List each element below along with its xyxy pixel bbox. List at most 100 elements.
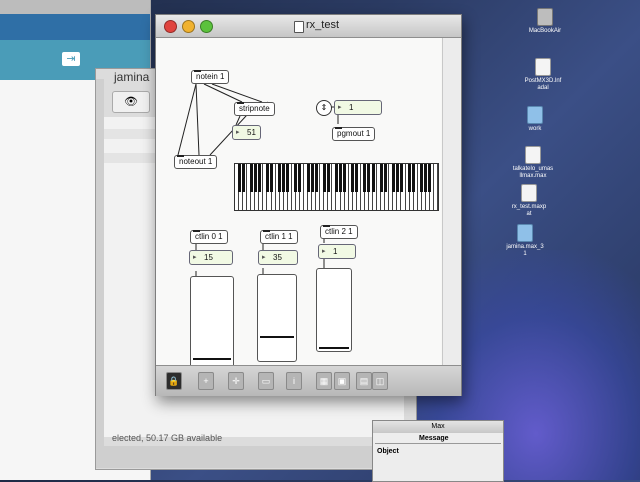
- pgmout-object[interactable]: pgmout 1: [332, 127, 376, 141]
- info-icon[interactable]: i: [286, 372, 302, 390]
- black-key[interactable]: [310, 164, 314, 192]
- lock-icon[interactable]: 🔒: [166, 372, 182, 390]
- ctlin-2-slider[interactable]: [316, 268, 352, 352]
- keyboard-slider[interactable]: [234, 163, 439, 211]
- patcher-canvas[interactable]: notein 1 stripnote 51 noteout 1 ⇕ 1 pgmo…: [156, 38, 441, 372]
- black-key[interactable]: [379, 164, 383, 192]
- document-proxy-icon[interactable]: [294, 21, 304, 33]
- jamina-window-title: jamina: [114, 70, 150, 84]
- noteout-object[interactable]: noteout 1: [174, 155, 218, 169]
- disk-status-text: elected, 50.17 GB available: [112, 433, 223, 443]
- presentation-icon[interactable]: ▣: [334, 372, 350, 390]
- eye-icon: 👁: [124, 96, 138, 108]
- black-key[interactable]: [278, 164, 282, 192]
- desktop-icon-label: rx_test.maxp at: [511, 204, 547, 217]
- slider-knob[interactable]: [260, 336, 294, 338]
- ctlin-1-object[interactable]: ctlin 1 1: [260, 230, 298, 244]
- ctlin-0-slider[interactable]: [190, 276, 234, 372]
- ctl2-number-box[interactable]: 1: [318, 244, 356, 259]
- jamina-scrollbar[interactable]: [96, 79, 104, 459]
- desktop-icon-talkatelo[interactable]: talkatelo_umas llmax.max: [498, 146, 568, 180]
- view-icon[interactable]: ◫: [372, 372, 388, 390]
- grid-icon[interactable]: ▦: [316, 372, 332, 390]
- quick-look-button[interactable]: 👁: [112, 91, 150, 113]
- desktop-icon-jamina[interactable]: jamina.max_3 1: [490, 224, 560, 258]
- close-button[interactable]: [164, 20, 177, 33]
- drive-icon: [537, 8, 553, 26]
- black-key[interactable]: [298, 164, 302, 192]
- folder-icon: [517, 224, 533, 242]
- black-key[interactable]: [351, 164, 355, 192]
- black-key[interactable]: [424, 164, 428, 192]
- ctl1-number-box[interactable]: 35: [258, 250, 298, 265]
- black-key[interactable]: [265, 164, 269, 192]
- notein-object[interactable]: notein 1: [191, 70, 230, 84]
- black-key[interactable]: [306, 164, 310, 192]
- minimize-button[interactable]: [182, 20, 195, 33]
- black-key[interactable]: [363, 164, 367, 192]
- black-key[interactable]: [408, 164, 412, 192]
- comment-icon[interactable]: ▭: [258, 372, 274, 390]
- desktop-icon-work[interactable]: work: [500, 106, 570, 133]
- pitch-number-box[interactable]: 51: [232, 125, 261, 140]
- black-key[interactable]: [257, 164, 261, 192]
- black-key[interactable]: [412, 164, 416, 192]
- black-key[interactable]: [237, 164, 241, 192]
- desktop-icon-macbookair[interactable]: MacBookAir: [510, 8, 580, 35]
- desktop-icon-label: talkatelo_umas llmax.max: [512, 166, 554, 179]
- desktop-icon-postmx[interactable]: PostMX3D.lnf adal: [508, 58, 578, 92]
- stripnote-object[interactable]: stripnote: [234, 102, 275, 116]
- black-key[interactable]: [428, 164, 432, 192]
- black-key[interactable]: [253, 164, 257, 192]
- add-object-icon[interactable]: +: [198, 372, 214, 390]
- black-key[interactable]: [335, 164, 338, 192]
- console-divider: [375, 443, 501, 444]
- desktop-icon-label: work: [528, 126, 542, 132]
- black-key[interactable]: [343, 164, 347, 192]
- program-number-box[interactable]: 1: [334, 100, 382, 115]
- black-key[interactable]: [249, 164, 253, 192]
- black-key[interactable]: [391, 164, 395, 192]
- folder-icon: [527, 106, 543, 124]
- ctlin-2-object[interactable]: ctlin 2 1: [320, 225, 358, 239]
- black-key[interactable]: [355, 164, 359, 192]
- black-key[interactable]: [339, 164, 343, 192]
- patcher-toolbar: 🔒 + ✛ ▭ i ▦ ▣ ▤ ◫: [156, 365, 461, 396]
- black-key[interactable]: [314, 164, 318, 192]
- ctlin-0-object[interactable]: ctlin 0 1: [190, 230, 228, 244]
- desktop-icon-label: MacBookAir: [528, 28, 562, 34]
- finder-header: [0, 14, 150, 40]
- black-key[interactable]: [371, 164, 375, 192]
- white-key[interactable]: [433, 164, 438, 210]
- black-key[interactable]: [270, 164, 274, 192]
- share-icon[interactable]: ⇥: [62, 52, 80, 66]
- ctl0-number-box[interactable]: 15: [189, 250, 233, 265]
- zoom-button[interactable]: [200, 20, 213, 33]
- patcher-scrollbar[interactable]: [442, 38, 461, 365]
- console-column-object[interactable]: Object: [377, 448, 399, 455]
- desktop-icon-rx-test[interactable]: rx_test.maxp at: [494, 184, 564, 218]
- console-column-message[interactable]: Message: [419, 435, 449, 442]
- black-key[interactable]: [286, 164, 290, 192]
- desktop-icon-label: PostMX3D.lnf adal: [524, 78, 562, 91]
- console-title: Max: [373, 421, 503, 433]
- slider-knob[interactable]: [193, 358, 231, 360]
- black-key[interactable]: [241, 164, 245, 192]
- desktop-icon-label: jamina.max_3 1: [506, 244, 544, 257]
- black-key[interactable]: [322, 164, 326, 192]
- slider-knob[interactable]: [319, 347, 349, 349]
- move-icon[interactable]: ✛: [228, 372, 244, 390]
- black-key[interactable]: [383, 164, 387, 192]
- black-key[interactable]: [282, 164, 286, 192]
- patcher-title: rx_test: [306, 19, 340, 31]
- black-key[interactable]: [367, 164, 371, 192]
- black-key[interactable]: [294, 164, 298, 192]
- align-icon[interactable]: ▤: [356, 372, 372, 390]
- black-key[interactable]: [395, 164, 399, 192]
- up-down-arrow-icon[interactable]: ⇕: [316, 100, 332, 116]
- document-icon: [525, 146, 541, 164]
- black-key[interactable]: [399, 164, 403, 192]
- black-key[interactable]: [326, 164, 330, 192]
- ctlin-1-slider[interactable]: [257, 274, 297, 362]
- black-key[interactable]: [420, 164, 424, 192]
